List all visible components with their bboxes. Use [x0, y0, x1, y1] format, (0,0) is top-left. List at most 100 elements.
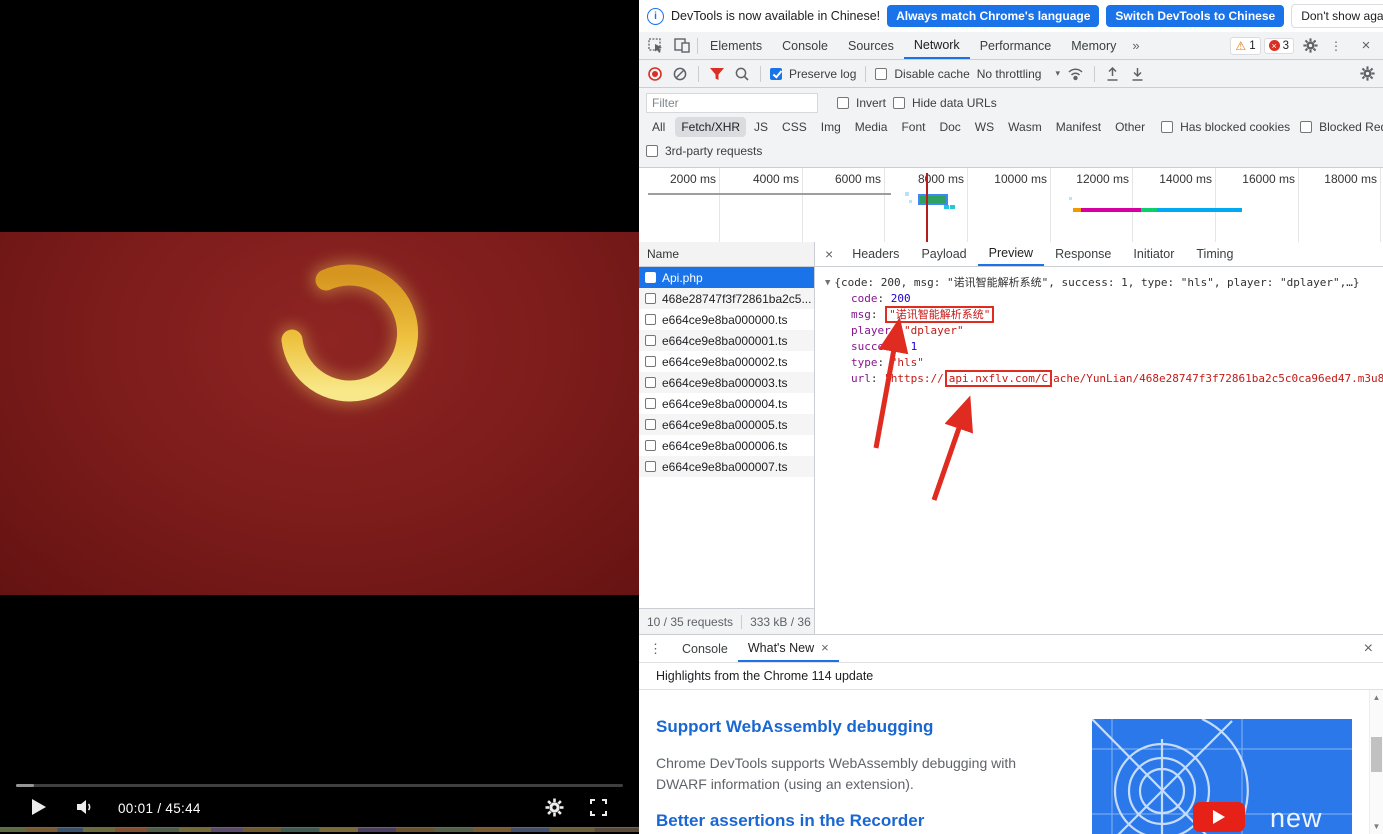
- network-conditions-icon[interactable]: [1067, 65, 1085, 83]
- drawer-tab-whats-new[interactable]: What's New ×: [738, 635, 839, 662]
- network-overview[interactable]: 2000 ms 4000 ms 6000 ms 8000 ms 10000 ms…: [639, 168, 1383, 250]
- table-row[interactable]: e664ce9e8ba000001.ts: [639, 330, 814, 351]
- whats-new-video-thumbnail[interactable]: new: [1092, 719, 1352, 834]
- export-har-icon[interactable]: [1129, 65, 1147, 83]
- whats-new-heading-2[interactable]: Better assertions in the Recorder: [656, 811, 924, 831]
- tab-elements[interactable]: Elements: [700, 32, 772, 59]
- row-checkbox[interactable]: [645, 335, 656, 346]
- filter-input[interactable]: [646, 93, 818, 113]
- dismiss-banner-button[interactable]: Don't show again: [1291, 4, 1383, 28]
- chip-css[interactable]: CSS: [776, 117, 813, 137]
- invert-checkbox[interactable]: [837, 97, 849, 109]
- row-checkbox[interactable]: [645, 356, 656, 367]
- tab-response[interactable]: Response: [1044, 242, 1122, 266]
- chip-media[interactable]: Media: [849, 117, 894, 137]
- throttling-dropdown[interactable]: No throttling ▾: [977, 67, 1060, 81]
- waterfall-bar-orange: [1073, 208, 1081, 212]
- import-har-icon[interactable]: [1104, 65, 1122, 83]
- scroll-down-icon[interactable]: ▼: [1370, 822, 1383, 831]
- table-row[interactable]: e664ce9e8ba000005.ts: [639, 414, 814, 435]
- errors-badge[interactable]: × 3: [1264, 38, 1294, 54]
- table-row[interactable]: e664ce9e8ba000006.ts: [639, 435, 814, 456]
- drawer-tab-console[interactable]: Console: [672, 635, 738, 662]
- more-tabs-icon[interactable]: »: [1126, 32, 1145, 59]
- disable-cache-checkbox[interactable]: [875, 68, 887, 80]
- chip-js[interactable]: JS: [748, 117, 774, 137]
- network-settings-gear-icon[interactable]: [1358, 65, 1376, 83]
- row-checkbox[interactable]: [645, 293, 656, 304]
- row-checkbox[interactable]: [645, 377, 656, 388]
- chip-other[interactable]: Other: [1109, 117, 1151, 137]
- switch-chinese-button[interactable]: Switch DevTools to Chinese: [1106, 5, 1284, 27]
- chip-fetch-xhr[interactable]: Fetch/XHR: [675, 117, 746, 137]
- tab-timing[interactable]: Timing: [1185, 242, 1244, 266]
- name-column-header[interactable]: Name: [639, 242, 814, 267]
- whats-new-scrollbar[interactable]: ▲ ▼: [1369, 690, 1383, 834]
- row-checkbox[interactable]: [645, 272, 656, 283]
- settings-gear-icon[interactable]: [1297, 32, 1323, 59]
- tab-sources[interactable]: Sources: [838, 32, 904, 59]
- device-toolbar-icon[interactable]: [669, 32, 695, 59]
- table-row[interactable]: e664ce9e8ba000002.ts: [639, 351, 814, 372]
- warnings-badge[interactable]: ⚠ 1: [1230, 37, 1260, 55]
- row-checkbox[interactable]: [645, 461, 656, 472]
- table-row[interactable]: e664ce9e8ba000004.ts: [639, 393, 814, 414]
- scrollbar-thumb[interactable]: [1371, 737, 1382, 772]
- tab-headers[interactable]: Headers: [841, 242, 910, 266]
- has-blocked-cookies-label: Has blocked cookies: [1180, 120, 1290, 134]
- chip-font[interactable]: Font: [895, 117, 931, 137]
- preserve-log-checkbox[interactable]: [770, 68, 782, 80]
- seek-bar[interactable]: [16, 784, 623, 787]
- blocked-requests-checkbox[interactable]: [1300, 121, 1312, 133]
- match-language-button[interactable]: Always match Chrome's language: [887, 5, 1099, 27]
- tab-payload[interactable]: Payload: [910, 242, 977, 266]
- record-icon[interactable]: [646, 65, 664, 83]
- json-root-line[interactable]: ▼{code: 200, msg: "诺讯智能解析系统", success: 1…: [825, 275, 1383, 291]
- disclosure-triangle-icon[interactable]: ▼: [825, 275, 830, 291]
- tab-performance[interactable]: Performance: [970, 32, 1062, 59]
- chip-doc[interactable]: Doc: [933, 117, 966, 137]
- scroll-up-icon[interactable]: ▲: [1370, 693, 1383, 702]
- inspect-element-icon[interactable]: [643, 32, 669, 59]
- filter-icon[interactable]: [708, 65, 726, 83]
- row-checkbox[interactable]: [645, 314, 656, 325]
- chip-wasm[interactable]: Wasm: [1002, 117, 1048, 137]
- volume-button[interactable]: [72, 794, 98, 820]
- devtools-close-icon[interactable]: ×: [1349, 32, 1383, 59]
- whats-new-heading-1[interactable]: Support WebAssembly debugging: [656, 717, 933, 737]
- youtube-play-button[interactable]: [1193, 802, 1245, 832]
- row-checkbox[interactable]: [645, 398, 656, 409]
- clear-icon[interactable]: [671, 65, 689, 83]
- tab-console[interactable]: Console: [772, 32, 838, 59]
- tab-memory[interactable]: Memory: [1061, 32, 1126, 59]
- settings-button[interactable]: [541, 794, 567, 820]
- hide-data-urls-checkbox[interactable]: [893, 97, 905, 109]
- tab-preview[interactable]: Preview: [978, 242, 1044, 266]
- tab-initiator[interactable]: Initiator: [1122, 242, 1185, 266]
- drawer-overflow-icon[interactable]: ⋮: [639, 635, 672, 662]
- details-close-icon[interactable]: ×: [815, 242, 841, 266]
- fullscreen-button[interactable]: [585, 794, 611, 820]
- table-row[interactable]: Api.php: [639, 267, 814, 288]
- has-blocked-cookies-checkbox[interactable]: [1161, 121, 1173, 133]
- chip-manifest[interactable]: Manifest: [1050, 117, 1107, 137]
- play-button[interactable]: [26, 794, 52, 820]
- drawer-close-icon[interactable]: ×: [1360, 640, 1377, 658]
- preview-pane[interactable]: ▼{code: 200, msg: "诺讯智能解析系统", success: 1…: [815, 267, 1383, 634]
- error-icon: ×: [1269, 40, 1280, 51]
- table-row[interactable]: 468e28747f3f72861ba2c5...: [639, 288, 814, 309]
- table-row[interactable]: e664ce9e8ba000000.ts: [639, 309, 814, 330]
- chip-img[interactable]: Img: [815, 117, 847, 137]
- tab-network[interactable]: Network: [904, 32, 970, 59]
- video-player[interactable]: 00:01 / 45:44: [0, 0, 639, 832]
- chip-all[interactable]: All: [646, 117, 671, 137]
- chip-ws[interactable]: WS: [969, 117, 1000, 137]
- whats-new-close-icon[interactable]: ×: [821, 640, 829, 655]
- third-party-checkbox[interactable]: [646, 145, 658, 157]
- row-checkbox[interactable]: [645, 440, 656, 451]
- search-icon[interactable]: [733, 65, 751, 83]
- overflow-menu-icon[interactable]: ⋮: [1323, 32, 1349, 59]
- row-checkbox[interactable]: [645, 419, 656, 430]
- table-row[interactable]: e664ce9e8ba000007.ts: [639, 456, 814, 477]
- table-row[interactable]: e664ce9e8ba000003.ts: [639, 372, 814, 393]
